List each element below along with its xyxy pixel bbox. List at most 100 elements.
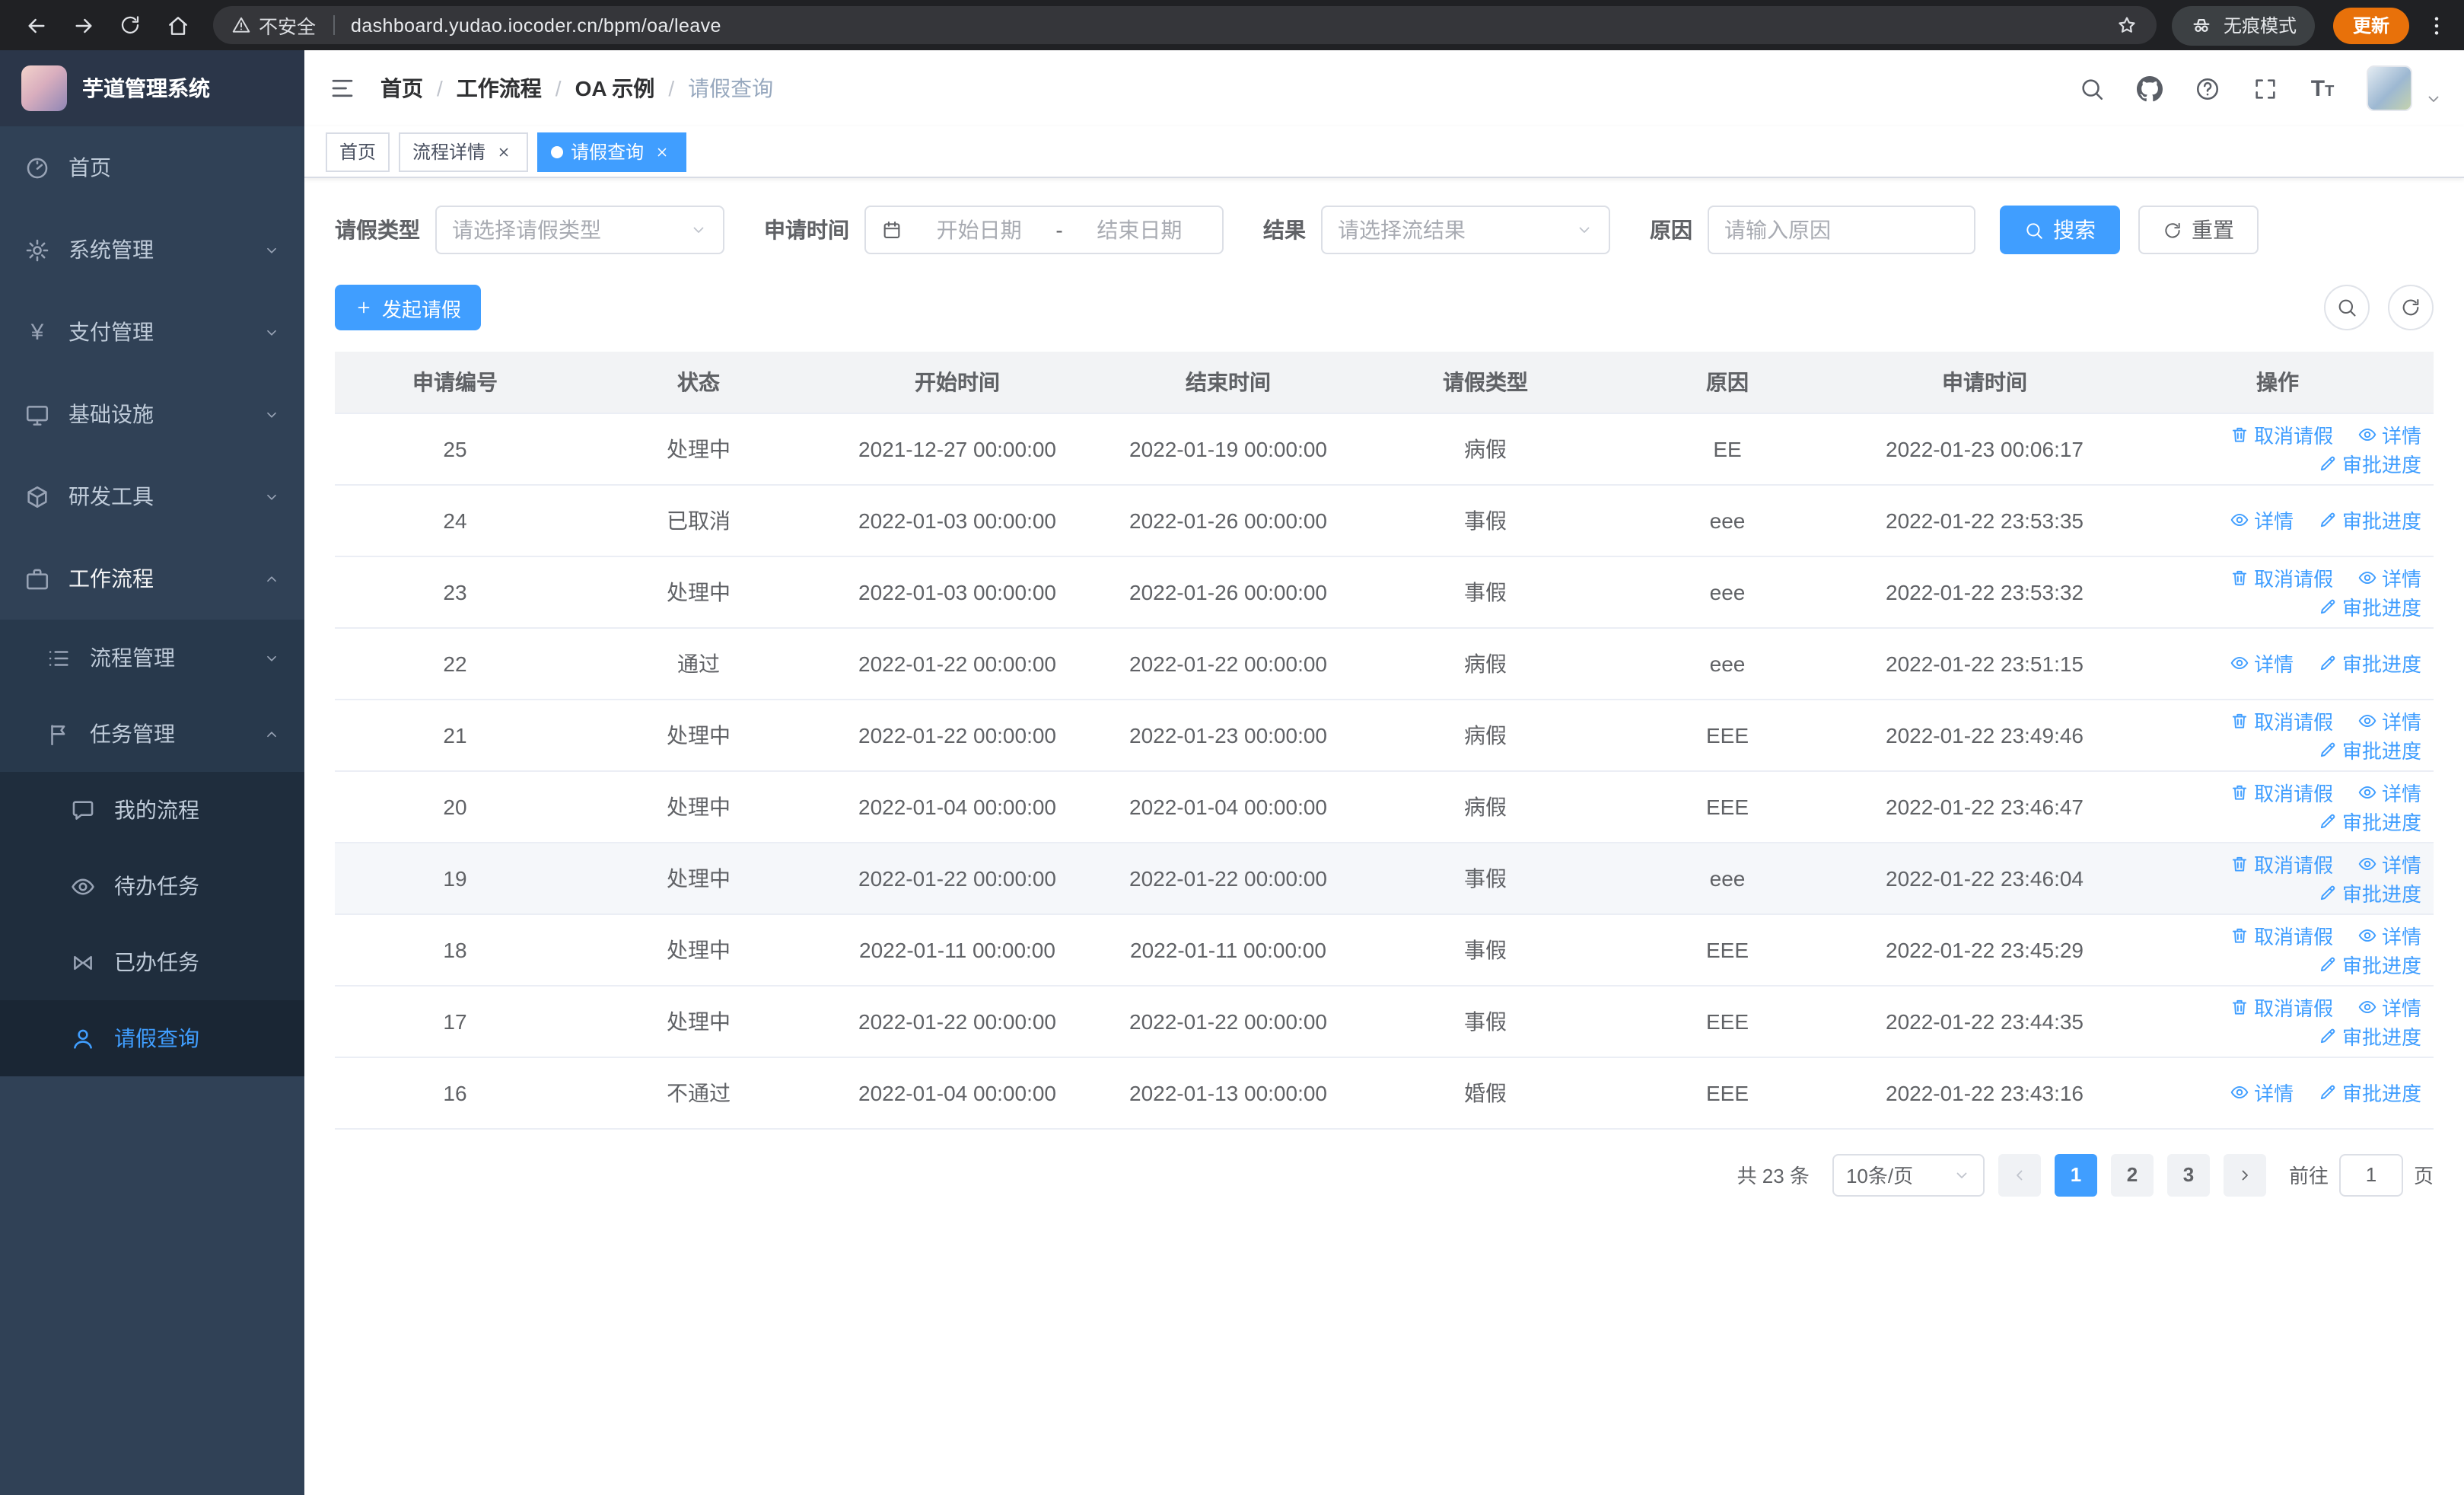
page-button-1[interactable]: 1 [2054, 1153, 2097, 1196]
sidebar-toggle-icon[interactable] [304, 50, 380, 126]
page-button-3[interactable]: 3 [2166, 1153, 2210, 1196]
tab-leave-query[interactable]: 请假查询 [537, 132, 687, 171]
address-bar[interactable]: 不安全 dashboard.yudao.iocoder.cn/bpm/oa/le… [213, 6, 2157, 44]
cancel-leave-link[interactable]: 取消请假 [2230, 563, 2333, 591]
help-icon[interactable] [2181, 50, 2233, 126]
create-leave-button[interactable]: 发起请假 [335, 285, 482, 330]
sidebar-item-todo-tasks[interactable]: 待办任务 [0, 848, 304, 924]
tab-close-icon[interactable] [651, 141, 673, 162]
browser-reload-button[interactable] [110, 5, 151, 46]
font-size-icon[interactable]: TT [2297, 50, 2348, 126]
cancel-leave-link[interactable]: 取消请假 [2230, 920, 2333, 949]
detail-link[interactable]: 详情 [2357, 992, 2421, 1021]
approval-progress-link[interactable]: 审批进度 [2318, 649, 2421, 677]
detail-link[interactable]: 详情 [2357, 849, 2421, 878]
breadcrumb-workflow[interactable]: 工作流程 [457, 73, 542, 104]
toggle-search-button[interactable] [2324, 285, 2370, 330]
reset-button[interactable]: 重置 [2138, 206, 2259, 254]
sidebar-item-payment[interactable]: ¥ 支付管理 [0, 291, 304, 373]
cancel-leave-link[interactable]: 取消请假 [2230, 777, 2333, 806]
tab-close-icon[interactable] [493, 141, 514, 162]
approval-progress-link[interactable]: 审批进度 [2318, 806, 2421, 835]
chevron-up-icon [263, 725, 280, 742]
next-page-button[interactable] [2223, 1153, 2266, 1196]
sidebar-item-infra[interactable]: 基础设施 [0, 373, 304, 455]
page-button-2[interactable]: 2 [2110, 1153, 2154, 1196]
pen-icon [2318, 1082, 2338, 1102]
github-icon[interactable] [2123, 50, 2175, 126]
box-icon [24, 483, 50, 509]
app-title: 芋道管理系统 [82, 76, 210, 100]
sidebar-item-devtools[interactable]: 研发工具 [0, 455, 304, 537]
detail-link[interactable]: 详情 [2357, 706, 2421, 735]
browser-forward-button[interactable] [62, 5, 103, 46]
user-avatar[interactable] [2367, 65, 2412, 111]
sidebar-item-home[interactable]: 首页 [0, 126, 304, 209]
result-select[interactable]: 请选择流结果 [1321, 206, 1610, 254]
detail-link[interactable]: 详情 [2230, 649, 2294, 677]
approval-progress-link[interactable]: 审批进度 [2318, 1078, 2421, 1107]
col-apply-time: 申请时间 [1848, 352, 2122, 413]
approval-progress-link[interactable]: 审批进度 [2318, 505, 2421, 534]
browser-update-button[interactable]: 更新 [2332, 7, 2409, 43]
cell-status: 处理中 [575, 699, 822, 771]
refresh-table-button[interactable] [2388, 285, 2434, 330]
browser-back-button[interactable] [15, 5, 56, 46]
approval-progress-link[interactable]: 审批进度 [2318, 1021, 2421, 1050]
reason-input[interactable] [1708, 206, 1975, 254]
cell-operations: 取消请假 详情 审批进度 [2122, 770, 2434, 843]
sidebar-item-done-tasks[interactable]: 已办任务 [0, 924, 304, 1000]
cell-reason: eee [1607, 842, 1848, 914]
cell-apply-time: 2022-01-22 23:49:46 [1848, 699, 2122, 771]
app-logo[interactable]: 芋道管理系统 [0, 50, 304, 126]
breadcrumb-oa-example[interactable]: OA 示例 [575, 73, 655, 104]
detail-link[interactable]: 详情 [2357, 563, 2421, 591]
cancel-leave-link[interactable]: 取消请假 [2230, 419, 2333, 448]
detail-link[interactable]: 详情 [2357, 419, 2421, 448]
chevron-down-icon [1953, 1165, 1971, 1184]
security-chip[interactable]: 不安全 [231, 11, 316, 40]
cell-end-time: 2022-01-26 00:00:00 [1093, 484, 1364, 556]
search-button[interactable]: 搜索 [2000, 206, 2120, 254]
trash-icon [2230, 424, 2249, 444]
browser-menu-icon[interactable] [2424, 13, 2449, 37]
approval-progress-link[interactable]: 审批进度 [2318, 448, 2421, 477]
cell-status: 通过 [575, 627, 822, 700]
cancel-leave-link[interactable]: 取消请假 [2230, 706, 2333, 735]
header-search-icon[interactable] [2065, 50, 2117, 126]
cell-reason: EEE [1607, 770, 1848, 843]
approval-progress-link[interactable]: 审批进度 [2318, 949, 2421, 978]
detail-link[interactable]: 详情 [2357, 920, 2421, 949]
detail-link[interactable]: 详情 [2230, 505, 2294, 534]
tags-view: 首页 流程详情 请假查询 [304, 126, 2464, 178]
sidebar-item-process-mgmt[interactable]: 流程管理 [0, 620, 304, 696]
sidebar-item-leave-query[interactable]: 请假查询 [0, 1000, 304, 1076]
leave-type-select[interactable]: 请选择请假类型 [435, 206, 724, 254]
browser-home-button[interactable] [157, 5, 198, 46]
cell-operations: 取消请假 详情 审批进度 [2122, 842, 2434, 914]
user-menu-caret-icon[interactable] [2424, 90, 2443, 108]
tab-home[interactable]: 首页 [326, 132, 390, 171]
approval-progress-link[interactable]: 审批进度 [2318, 735, 2421, 763]
sidebar-item-my-process[interactable]: 我的流程 [0, 772, 304, 848]
detail-link[interactable]: 详情 [2230, 1078, 2294, 1107]
sidebar-item-system[interactable]: 系统管理 [0, 209, 304, 291]
cell-apply-time: 2022-01-22 23:46:04 [1848, 842, 2122, 914]
prev-page-button[interactable] [1998, 1153, 2041, 1196]
sidebar-item-task-mgmt[interactable]: 任务管理 [0, 696, 304, 772]
tab-process-detail[interactable]: 流程详情 [399, 132, 529, 171]
apply-time-range-picker[interactable]: 开始日期 - 结束日期 [864, 206, 1224, 254]
detail-link[interactable]: 详情 [2357, 777, 2421, 806]
sidebar-item-workflow[interactable]: 工作流程 [0, 537, 304, 620]
goto-page-input[interactable] [2338, 1153, 2403, 1196]
cell-reason: EEE [1607, 913, 1848, 986]
approval-progress-link[interactable]: 审批进度 [2318, 591, 2421, 620]
breadcrumb-home[interactable]: 首页 [380, 73, 423, 104]
approval-progress-link[interactable]: 审批进度 [2318, 878, 2421, 907]
cancel-leave-link[interactable]: 取消请假 [2230, 849, 2333, 878]
col-end-time: 结束时间 [1093, 352, 1364, 413]
fullscreen-icon[interactable] [2239, 50, 2291, 126]
page-size-select[interactable]: 10条/页 [1832, 1153, 1985, 1196]
cancel-leave-link[interactable]: 取消请假 [2230, 992, 2333, 1021]
bookmark-star-icon[interactable] [2115, 14, 2138, 37]
